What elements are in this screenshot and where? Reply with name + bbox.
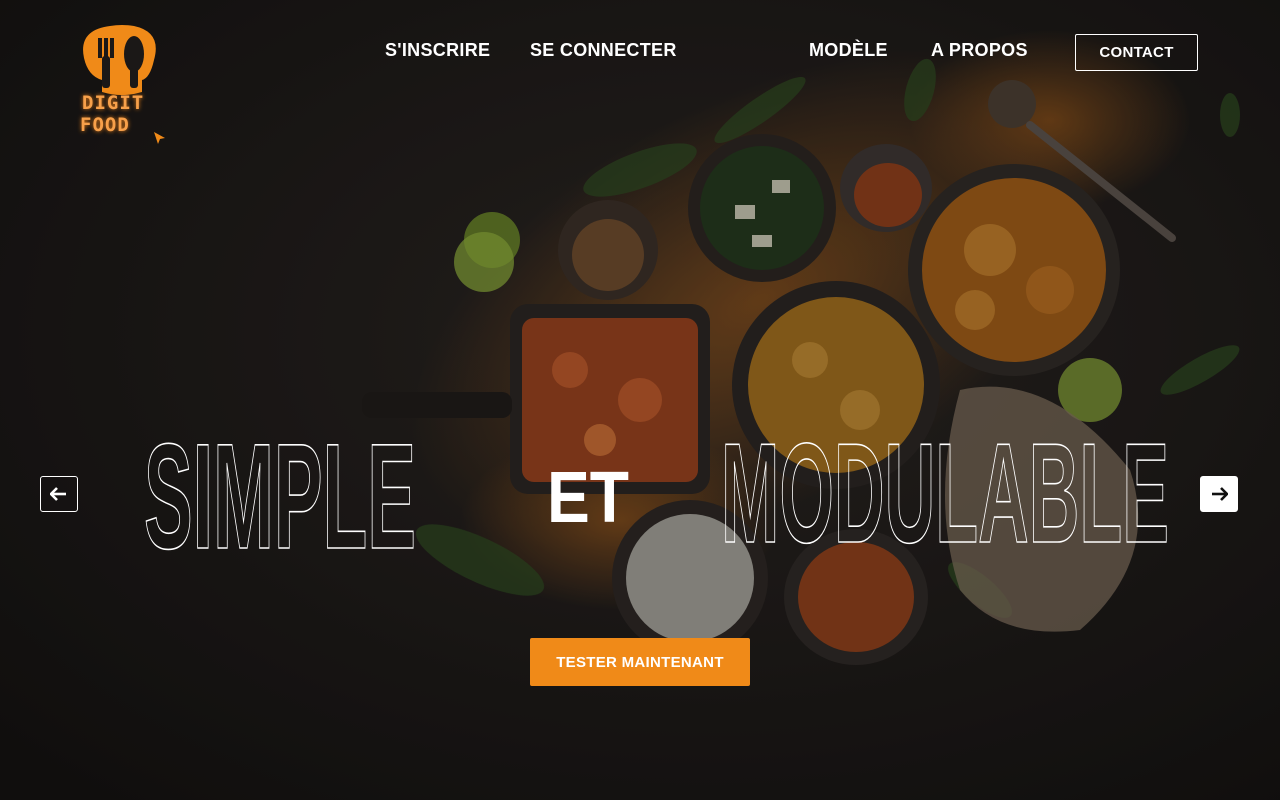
logo-text-line1: DIGIT	[82, 92, 145, 114]
hero-word-modulable: MODULABLE	[721, 420, 1169, 560]
logo-chef-icon	[83, 25, 156, 95]
cursor-icon	[154, 132, 165, 144]
hero-headline: SIMPLE ET MODULABLE	[143, 420, 1170, 560]
nav-signup-link[interactable]: S'INSCRIRE	[385, 40, 490, 61]
nav-model-link[interactable]: MODÈLE	[809, 40, 888, 61]
contact-button[interactable]: CONTACT	[1075, 34, 1198, 71]
nav-about-link[interactable]: A PROPOS	[931, 40, 1028, 61]
logo[interactable]: DIGIT FOOD	[76, 20, 168, 144]
nav-login-link[interactable]: SE CONNECTER	[530, 40, 677, 61]
try-now-button[interactable]: TESTER MAINTENANT	[530, 638, 750, 686]
hero-word-et: ET	[547, 458, 629, 538]
hero-word-simple: SIMPLE	[144, 420, 416, 560]
